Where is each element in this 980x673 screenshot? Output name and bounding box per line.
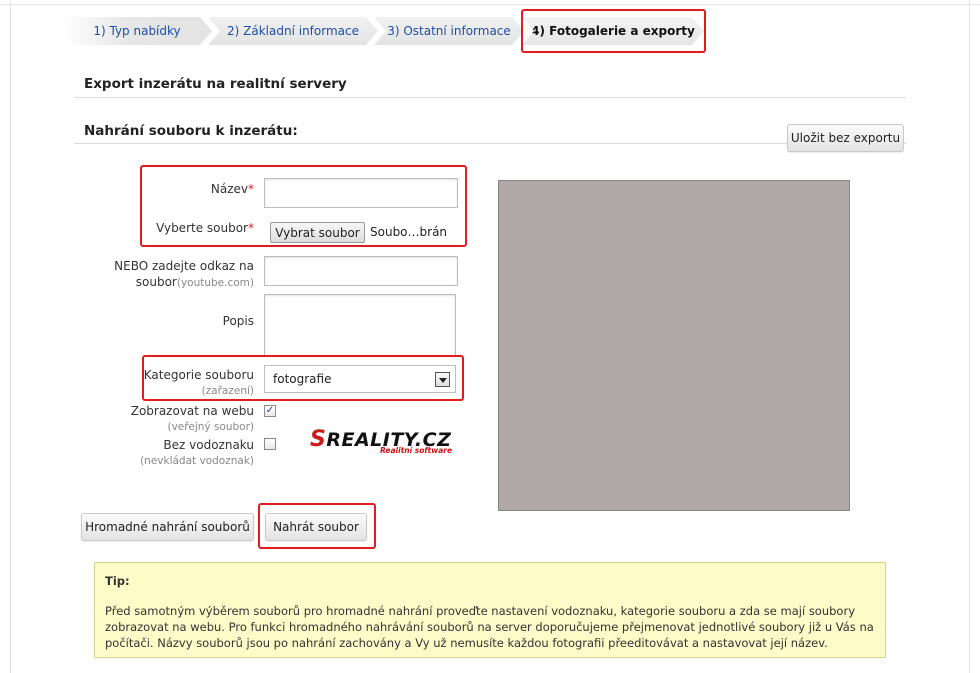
link-label-hint: (youtube.com) <box>176 277 254 289</box>
highlight-upload-button <box>258 503 376 549</box>
description-label: Popis <box>222 314 254 328</box>
logo-tagline: Realitní software <box>380 446 453 455</box>
link-label: NEBO zadejte odkaz na soubor(youtube.com… <box>100 258 254 291</box>
link-input[interactable] <box>264 256 458 286</box>
no-watermark-label-text: Bez vodoznaku <box>163 438 254 452</box>
show-on-web-checkbox[interactable]: ✓ <box>264 405 276 417</box>
highlight-category <box>142 355 464 401</box>
highlight-name-file <box>140 165 467 247</box>
tip-title: Tip: <box>105 574 130 588</box>
image-preview-placeholder <box>498 180 850 511</box>
show-on-web-label: Zobrazovat na webu (veřejný soubor) <box>110 403 254 435</box>
tip-text: Před samotným výběrem souborů pro hromad… <box>105 604 874 650</box>
bulk-upload-button[interactable]: Hromadné nahrání souborů <box>81 513 254 541</box>
show-on-web-label-text: Zobrazovat na webu <box>130 404 254 418</box>
save-without-export-button[interactable]: Uložit bez exportu <box>787 124 904 152</box>
section-divider <box>74 143 906 144</box>
no-watermark-label: Bez vodoznaku (nevkládat vodoznak) <box>110 437 254 469</box>
export-section-title: Export inzerátu na realitní servery <box>84 76 347 92</box>
wizard-step-other-info[interactable]: 3) Ostatní informace <box>374 17 524 45</box>
highlight-active-step <box>521 9 706 53</box>
link-label-line1: NEBO zadejte odkaz na <box>114 259 254 273</box>
wizard-step-basic-info[interactable]: 2) Základní informace <box>208 17 378 45</box>
sreality-logo: SREALITY.CZ Realitní software <box>308 427 458 459</box>
show-on-web-hint: (veřejný soubor) <box>167 421 255 433</box>
description-textarea[interactable] <box>264 294 456 356</box>
link-label-line2: soubor <box>135 275 177 289</box>
top-divider <box>0 4 980 5</box>
tip-box: Tip: Před samotným výběrem souborů pro h… <box>94 562 886 658</box>
section-divider <box>74 97 906 98</box>
no-watermark-checkbox[interactable] <box>264 438 276 450</box>
upload-section-title: Nahrání souboru k inzerátu: <box>84 123 298 139</box>
wizard-step-offer-type[interactable]: 1) Typ nabídky <box>62 17 212 45</box>
no-watermark-hint: (nevkládat vodoznak) <box>140 455 254 467</box>
